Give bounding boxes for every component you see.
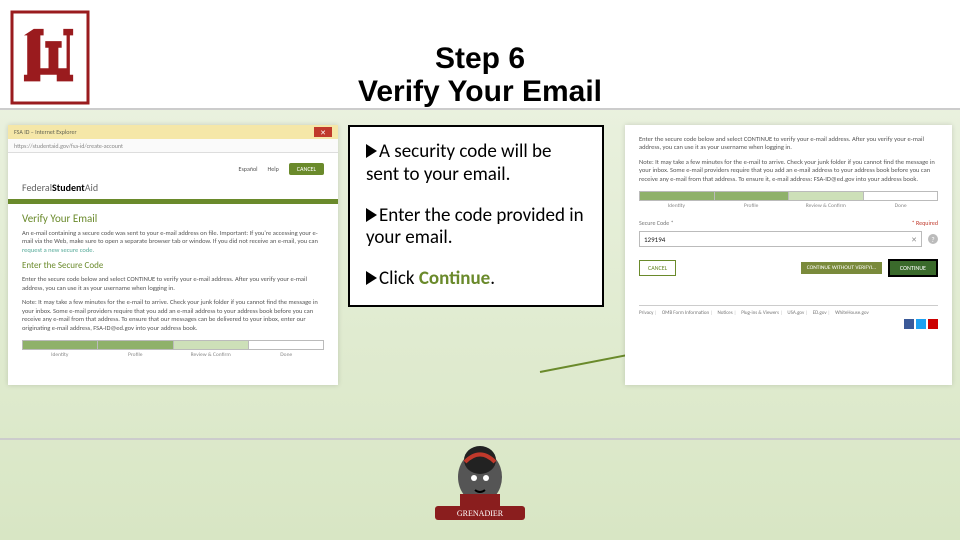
grenadier-mascot: GRENADIER [430,442,530,532]
top-nav: Español Help CANCEL [22,163,324,175]
continue-word: Continue [419,267,490,290]
right-intro: Enter the secure code below and select C… [639,135,938,152]
nav-help[interactable]: Help [268,165,279,173]
url-text: https://studentaid.gov/fsa-id/create-acc… [14,142,123,150]
green-bar [8,199,338,204]
progress-bar-left [22,340,324,350]
bullet-3: Click Continue. [366,268,586,291]
progress-labels-left: Identity Profile Review & Confirm Done [22,352,324,358]
arrow-icon [366,271,377,285]
required-label: * Required [912,219,938,227]
bottom-divider [0,438,960,440]
svg-text:GRENADIER: GRENADIER [457,509,504,518]
continue-button[interactable]: CONTINUE [888,259,938,277]
continue-without-button[interactable]: CONTINUE WITHOUT VERIFYI… [801,262,882,274]
right-note: Note: It may take a few minutes for the … [639,158,938,183]
bullet-2: Enter the code provided in your email. [366,205,586,251]
left-h1: Verify Your Email [22,212,324,225]
code-label: Secure Code * [639,219,674,227]
secure-code-row: 129194 ✕ ? [639,231,938,247]
progress-labels-right: Identity Profile Review & Confirm Done [639,203,938,209]
social-icons [639,319,938,329]
content-area: FSA ID – Internet Explorer ✕ https://stu… [0,125,960,425]
slide-header: Step 6 Verify Your Email [0,0,960,110]
slide-title: Step 6 Verify Your Email [0,42,960,108]
arrow-icon [366,208,377,222]
right-buttons: CANCEL CONTINUE WITHOUT VERIFYI… CONTINU… [639,259,938,277]
footer-links: Privacy OMB Form Information Notices Plu… [639,305,938,316]
right-screenshot: Enter the secure code below and select C… [625,125,952,385]
close-icon[interactable]: ✕ [314,127,332,137]
left-screenshot: FSA ID – Internet Explorer ✕ https://stu… [8,125,338,385]
facebook-icon[interactable] [904,319,914,329]
clear-icon[interactable]: ✕ [911,235,917,244]
url-bar: https://studentaid.gov/fsa-id/create-acc… [8,139,338,153]
help-icon[interactable]: ? [928,234,938,244]
left-p3: Note: It may take a few minutes for the … [22,298,324,332]
fsa-logo: FederalStudentAid [22,181,324,194]
nav-espanol[interactable]: Español [239,165,258,173]
browser-title-bar: FSA ID – Internet Explorer ✕ [8,125,338,139]
nav-cancel[interactable]: CANCEL [289,163,324,175]
instruction-box: A security code will be sent to your ema… [348,125,604,307]
browser-title: FSA ID – Internet Explorer [14,128,77,136]
cancel-button[interactable]: CANCEL [639,260,676,276]
secure-code-input[interactable]: 129194 ✕ [639,231,922,247]
progress-bar-right [639,191,938,201]
step-title: Verify Your Email [0,75,960,108]
left-h2: Enter the Secure Code [22,260,324,271]
left-p2: Enter the secure code below and select C… [22,275,324,292]
code-label-row: Secure Code * * Required [639,219,938,227]
youtube-icon[interactable] [928,319,938,329]
step-number: Step 6 [0,42,960,75]
arrow-icon [366,144,377,158]
request-code-link[interactable]: request a new secure code. [22,246,94,254]
bullet-1: A security code will be sent to your ema… [366,141,586,187]
left-p1: An e-mail containing a secure code was s… [22,229,324,254]
twitter-icon[interactable] [916,319,926,329]
code-value: 129194 [644,235,665,244]
